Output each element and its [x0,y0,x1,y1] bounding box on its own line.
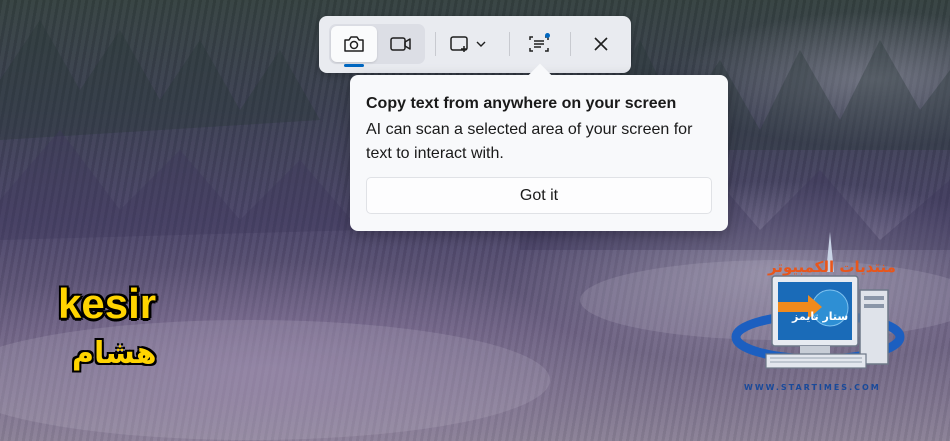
active-mode-indicator [344,64,364,67]
text-actions-button[interactable] [519,26,559,62]
text-actions-teaching-tip: Copy text from anywhere on your screen A… [350,63,728,231]
camera-icon [344,36,364,52]
snip-shape-dropdown[interactable] [441,26,497,62]
startimes-logo: منتديات الكمبيوتر ستار تايمز WWW.STARTIM… [730,232,910,397]
tip-body: AI can scan a selected area of your scre… [366,121,693,162]
screenshot-mode-button[interactable] [331,26,377,67]
close-icon [594,37,608,51]
video-camera-icon [390,37,411,51]
new-feature-dot [545,33,550,38]
record-mode-button[interactable] [379,26,423,62]
watermark-english-name: kesir [58,280,157,327]
toolbar-separator [570,32,571,56]
watermark-arabic-name: هشام [72,336,157,371]
logo-middle-text: ستار تايمز [792,310,849,323]
rectangle-snip-icon [450,36,486,52]
toolbar-separator [509,32,510,56]
close-button[interactable] [581,26,621,62]
tip-title: Copy text from anywhere on your screen [366,95,677,112]
snipping-toolbar [319,16,631,73]
logo-top-text: منتديات الكمبيوتر [768,258,896,276]
toolbar-separator [435,32,436,56]
logo-url-text: WWW.STARTIMES.COM [744,383,881,392]
got-it-button[interactable]: Got it [366,177,712,214]
